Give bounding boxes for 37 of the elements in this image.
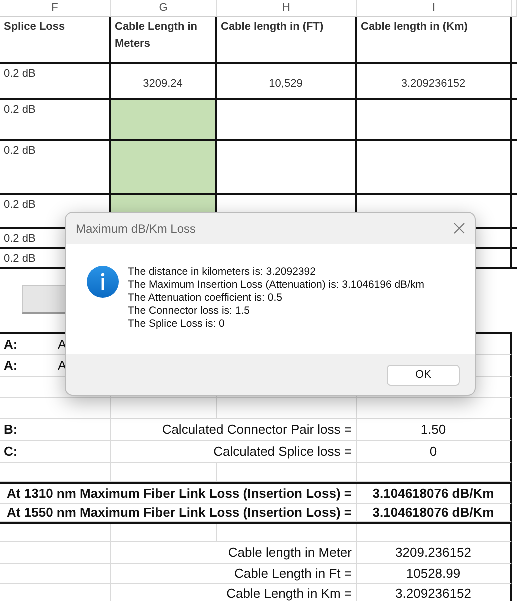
table-cell: 10,529 [217,64,357,100]
row-label: A: [4,359,19,372]
message-line: The distance in kilometers is: 3.2092392 [128,266,317,279]
table-cell: 3209.236152 [357,542,512,564]
table-cell: C: [0,441,111,463]
column-header[interactable]: H [217,0,357,17]
table-cell: 3.209236152 [357,584,512,601]
info-icon [87,266,119,298]
ok-button[interactable]: OK [387,365,460,386]
table-cell: At 1550 nm Maximum Fiber Link Loss (Insertion Loss) = [0,504,357,522]
row-label: A: [4,338,19,350]
table-cell: Calculated Connector Pair loss = [111,419,357,441]
message-line: The Connector loss is: 1.5 [128,305,251,318]
table-cell: Cable Length in Km = [111,584,357,601]
message-line: The Splice Loss is: 0 [128,318,226,331]
close-icon[interactable] [454,223,465,234]
table-cell: 0 [357,441,512,463]
table-cell: At 1310 nm Maximum Fiber Link Loss (Insertion Loss) = [0,484,357,504]
table-cell: Cable Length in Ft = [111,564,357,584]
column-header[interactable]: G [111,0,217,17]
table-cell: 3.104618076 dB/Km [357,504,512,522]
column-heading: Cable Length in Meters [111,17,217,64]
column-heading: Splice Loss [0,17,111,64]
table-cell: B: [0,419,111,441]
table-cell: 1.50 [357,419,512,441]
table-cell: Cable length in Meter [111,542,357,564]
column-header[interactable]: F [0,0,111,17]
table-cell: 3.209236152 [357,64,512,100]
column-heading: Cable length in (Km) [357,17,512,64]
message-line: The Maximum Insertion Loss (Attenuation) is: 3.1046196 dB/km [128,279,424,292]
message-line: The Attenuation coefficient is: 0.5 [128,292,284,305]
column-header[interactable]: I [357,0,512,17]
table-cell: 3.104618076 dB/Km [357,484,512,504]
table-cell: 10528.99 [357,564,512,584]
table-cell: 0.2 dB [0,64,111,100]
column-heading: Cable length in (FT) [217,17,357,64]
table-cell: Calculated Splice loss = [111,441,357,463]
